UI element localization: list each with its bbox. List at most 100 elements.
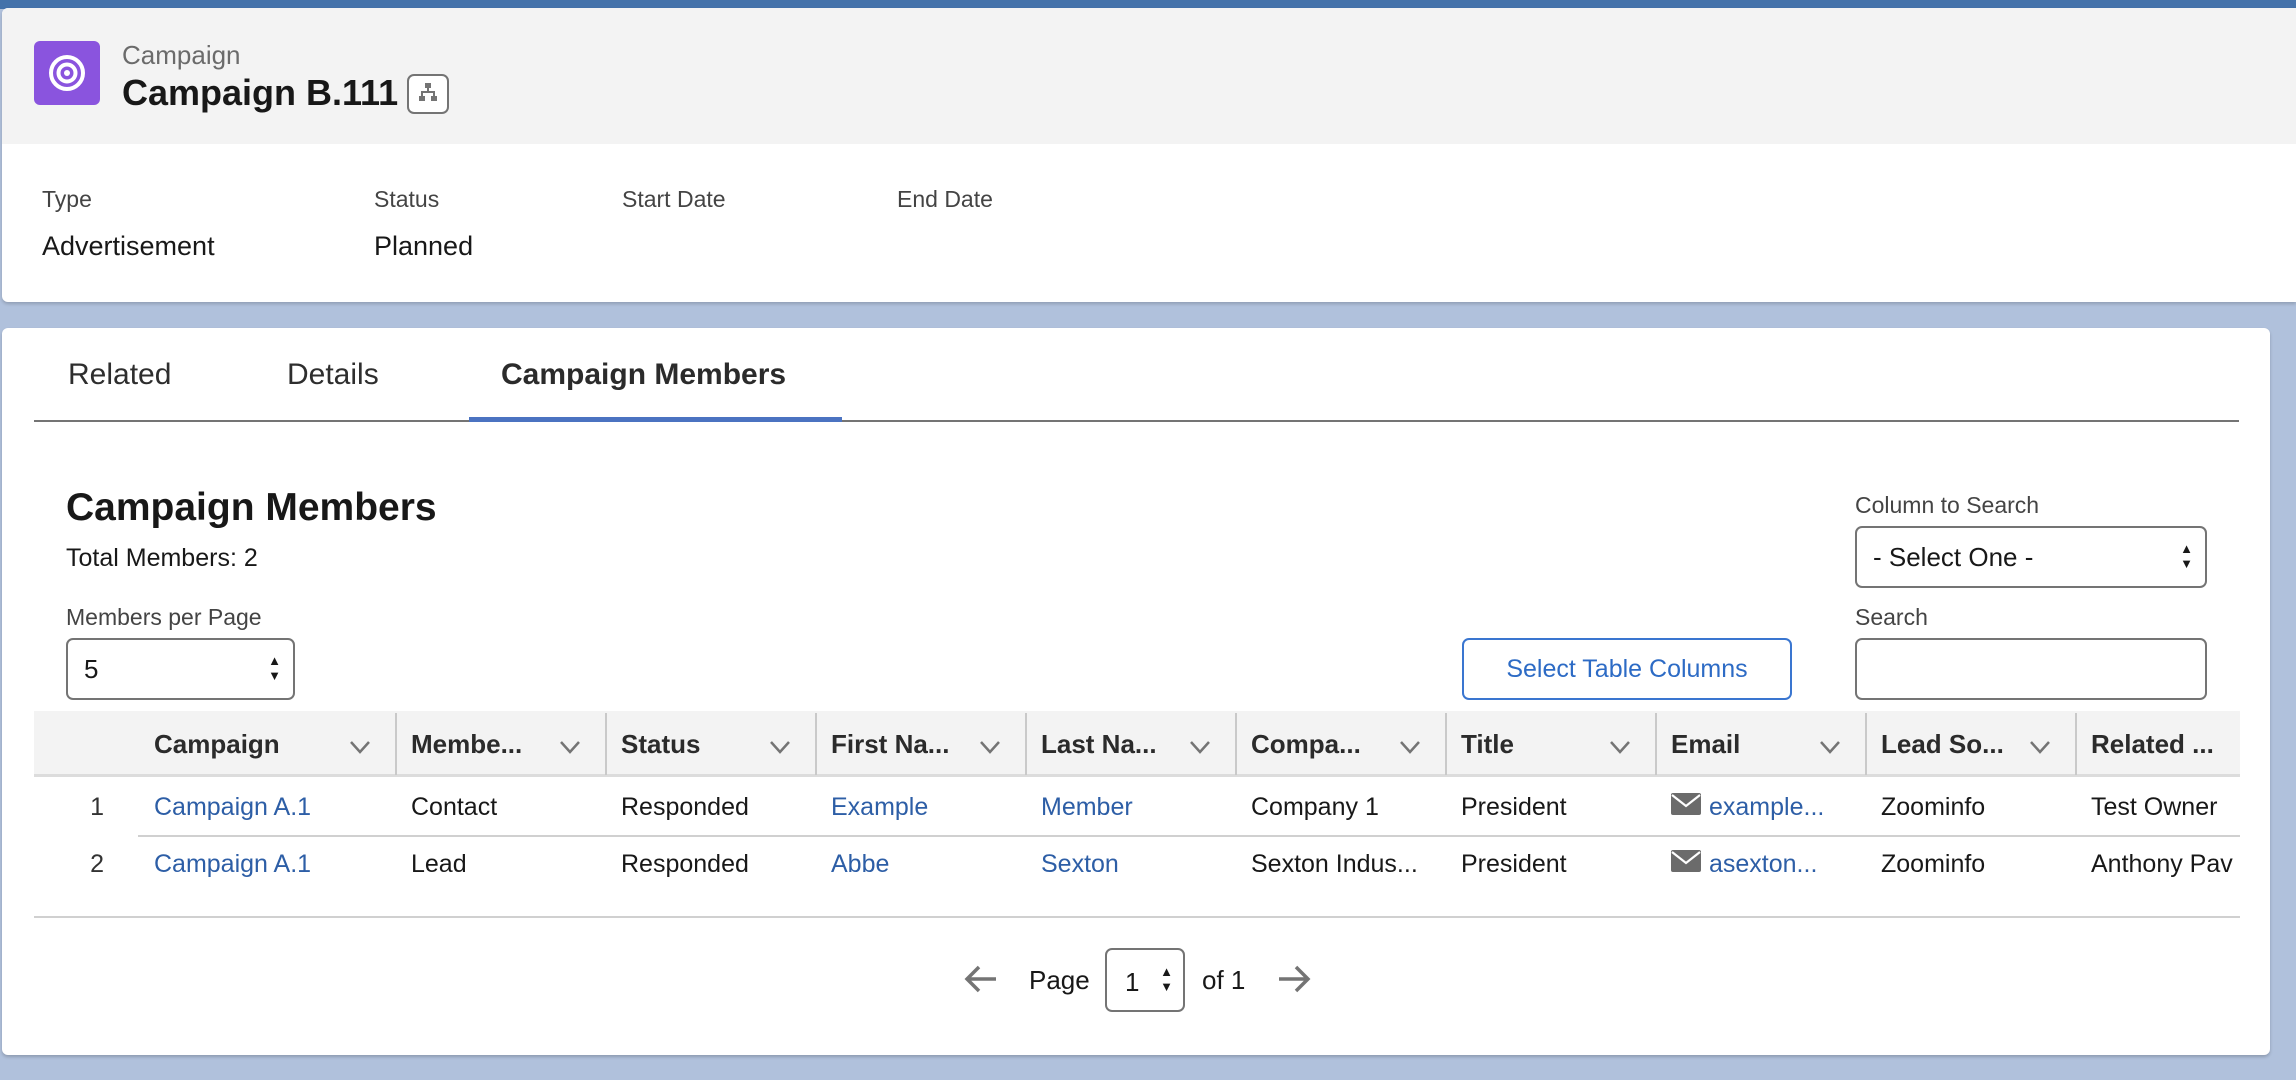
active-tab-indicator xyxy=(469,417,842,422)
members-per-page-select[interactable]: 5 ▲ ▼ xyxy=(66,638,295,700)
column-label: Last Na... xyxy=(1041,728,1157,759)
record-header-top: Campaign Campaign B.111 xyxy=(2,8,2296,144)
field-value xyxy=(897,231,993,261)
column-divider[interactable] xyxy=(1235,713,1237,775)
column-header-related[interactable]: Related ... xyxy=(2075,711,2240,777)
record-title: Campaign B.111 xyxy=(122,72,399,113)
column-to-search-select[interactable]: - Select One - ▲ ▼ xyxy=(1855,526,2207,588)
table-row: 2 Campaign A.1 Lead Responded Abbe Sexto… xyxy=(34,837,2240,891)
chevron-down-icon[interactable] xyxy=(1399,733,1421,764)
cell-related: Anthony Pav xyxy=(2091,850,2233,878)
column-label: Related ... xyxy=(2091,728,2214,759)
cell-status: Responded xyxy=(621,793,749,821)
field-label: End Date xyxy=(897,186,993,212)
column-header-first-name[interactable]: First Na... xyxy=(815,711,1025,777)
hierarchy-icon xyxy=(417,81,439,108)
tab-details[interactable]: Details xyxy=(287,358,379,420)
email-link[interactable]: asexton... xyxy=(1709,850,1817,879)
column-divider[interactable] xyxy=(1865,713,1867,775)
field-end-date: End Date xyxy=(897,186,993,261)
field-value xyxy=(622,231,726,261)
first-name-link[interactable]: Abbe xyxy=(831,850,889,879)
select-table-columns-button[interactable]: Select Table Columns xyxy=(1462,638,1792,700)
chevron-down-icon[interactable] xyxy=(1609,733,1631,764)
page-total: of 1 xyxy=(1202,965,1246,995)
chevron-down-icon[interactable] xyxy=(559,733,581,764)
field-label: Type xyxy=(42,186,92,212)
cell-first-name: Abbe xyxy=(815,837,1025,891)
page-number-input[interactable]: 1 ▲ ▼ xyxy=(1105,948,1185,1012)
table-row: 1 Campaign A.1 Contact Responded Example… xyxy=(34,780,2240,837)
column-header-lead-source[interactable]: Lead So... xyxy=(1865,711,2075,777)
chevron-down-icon[interactable] xyxy=(1819,733,1841,764)
column-header-campaign[interactable]: Campaign xyxy=(138,711,395,777)
column-label: Status xyxy=(621,728,701,759)
field-status: Status Planned xyxy=(374,186,473,261)
campaign-link[interactable]: Campaign A.1 xyxy=(154,850,311,879)
view-hierarchy-button[interactable] xyxy=(407,74,449,114)
cell-status: Responded xyxy=(621,850,749,878)
chevron-down-icon[interactable] xyxy=(769,733,791,764)
cell-campaign: Campaign A.1 xyxy=(138,780,395,835)
column-divider[interactable] xyxy=(395,713,397,775)
column-header-title[interactable]: Title xyxy=(1445,711,1655,777)
email-link[interactable]: example... xyxy=(1709,793,1824,822)
cell-member-type: Contact xyxy=(411,793,498,821)
campaign-link[interactable]: Campaign A.1 xyxy=(154,793,311,822)
cell-company: Company 1 xyxy=(1251,793,1379,821)
arrow-right-icon[interactable] xyxy=(1277,964,1311,999)
search-input[interactable] xyxy=(1855,638,2207,700)
column-header-email[interactable]: Email xyxy=(1655,711,1865,777)
column-label: First Na... xyxy=(831,728,950,759)
first-name-link[interactable]: Example xyxy=(831,793,928,822)
campaign-target-icon xyxy=(34,41,100,105)
cell-lead-source: Zoominfo xyxy=(1881,850,1986,878)
column-divider[interactable] xyxy=(1655,713,1657,775)
field-value: Advertisement xyxy=(42,231,215,261)
tab-bar: Related Details Campaign Members xyxy=(34,328,2239,422)
column-label: Campaign xyxy=(154,728,280,759)
row-number: 1 xyxy=(90,793,104,821)
section-title: Campaign Members xyxy=(66,486,437,529)
column-to-search-label: Column to Search xyxy=(1855,492,2040,518)
record-header: Campaign Campaign B.111 Type Advertiseme… xyxy=(2,8,2296,302)
search-label: Search xyxy=(1855,604,1928,630)
page-spinner-icon[interactable]: ▲ ▼ xyxy=(1160,965,1173,995)
column-label: Title xyxy=(1461,728,1514,759)
cell-company: Sexton Indus... xyxy=(1251,850,1418,878)
last-name-link[interactable]: Member xyxy=(1041,793,1133,822)
pagination: Page 1 ▲ ▼ of 1 xyxy=(2,948,2270,1012)
column-label: Membe... xyxy=(411,728,523,759)
column-header-member-type[interactable]: Membe... xyxy=(395,711,605,777)
field-label: Status xyxy=(374,186,440,212)
field-label: Start Date xyxy=(622,186,726,212)
field-value: Planned xyxy=(374,231,474,261)
cell-first-name: Example xyxy=(815,780,1025,835)
column-divider[interactable] xyxy=(605,713,607,775)
column-header-company[interactable]: Compa... xyxy=(1235,711,1445,777)
cell-email: example... xyxy=(1655,780,1865,835)
column-divider[interactable] xyxy=(1025,713,1027,775)
tab-campaign-members[interactable]: Campaign Members xyxy=(501,358,786,420)
column-label: Lead So... xyxy=(1881,728,2004,759)
members-table: Campaign Membe... Status First Na... Las xyxy=(34,711,2240,891)
column-header-last-name[interactable]: Last Na... xyxy=(1025,711,1235,777)
column-divider[interactable] xyxy=(2075,713,2077,775)
chevron-down-icon[interactable] xyxy=(979,733,1001,764)
chevron-down-icon[interactable] xyxy=(349,733,371,764)
cell-member-type: Lead xyxy=(411,850,467,878)
arrow-left-icon[interactable] xyxy=(964,964,998,999)
chevron-down-icon[interactable] xyxy=(2029,733,2051,764)
column-divider[interactable] xyxy=(815,713,817,775)
cell-campaign: Campaign A.1 xyxy=(138,837,395,891)
current-page: 1 xyxy=(1125,967,1140,997)
cell-related: Test Owner xyxy=(2091,793,2218,821)
last-name-link[interactable]: Sexton xyxy=(1041,850,1119,879)
chevron-down-icon[interactable] xyxy=(1189,733,1211,764)
column-header-status[interactable]: Status xyxy=(605,711,815,777)
column-divider[interactable] xyxy=(1445,713,1447,775)
tab-related[interactable]: Related xyxy=(68,358,171,420)
table-header: Campaign Membe... Status First Na... Las xyxy=(34,711,2240,777)
cell-lead-source: Zoominfo xyxy=(1881,793,1986,821)
tab-label: Campaign Members xyxy=(501,358,787,391)
